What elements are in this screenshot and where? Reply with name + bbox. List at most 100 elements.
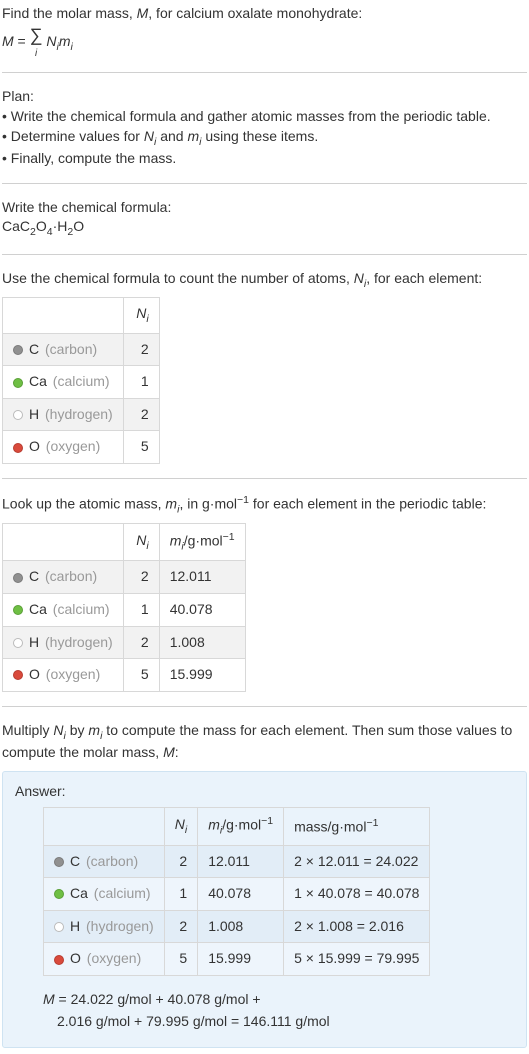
sigma-symbol: ∑ xyxy=(30,25,43,45)
count-heading-pre: Use the chemical formula to count the nu… xyxy=(2,270,354,286)
intro-post: , for calcium oxalate monohydrate: xyxy=(148,5,362,21)
element-symbol: C xyxy=(29,568,39,584)
res-line2: 2.016 g/mol + 79.995 g/mol = 146.111 g/m… xyxy=(57,1013,330,1029)
plan-bullet-1: • Write the chemical formula and gather … xyxy=(2,107,527,127)
ni-cell: 2 xyxy=(164,845,197,878)
mult-post2: : xyxy=(175,744,179,760)
ni-cell: 2 xyxy=(123,398,159,431)
element-name: (hydrogen) xyxy=(45,406,113,422)
table-row: C (carbon)2 xyxy=(3,333,160,366)
table-row: O (oxygen)5 xyxy=(3,431,160,464)
mass-col-mi: mi/g·mol−1 xyxy=(159,524,245,561)
element-swatch-icon xyxy=(13,605,23,615)
chem-p3: O xyxy=(73,218,84,234)
mass-heading-mid: , in g·mol xyxy=(179,496,237,512)
count-heading: Use the chemical formula to count the nu… xyxy=(2,269,527,291)
mass-heading-m: m xyxy=(165,496,177,512)
mi-cell: 12.011 xyxy=(198,845,284,878)
mass-heading-post: for each element in the periodic table: xyxy=(249,496,486,512)
intro-M: M xyxy=(137,5,149,21)
element-name: (carbon) xyxy=(45,341,97,357)
mi-cell: 40.078 xyxy=(159,593,245,626)
res-M: M xyxy=(43,991,55,1007)
eq-Ni: N xyxy=(46,33,56,49)
plan-bullet-3: • Finally, compute the mass. xyxy=(2,149,527,169)
divider xyxy=(2,254,527,255)
answer-table: Ni mi/g·mol−1 mass/g·mol−1 C (carbon)212… xyxy=(43,807,430,976)
result-equation: M = 24.022 g/mol + 40.078 g/mol + 2.016 … xyxy=(43,988,514,1033)
element-name: (hydrogen) xyxy=(45,634,113,650)
element-name: (calcium) xyxy=(53,373,110,389)
element-symbol: H xyxy=(70,918,80,934)
mult-mid: by xyxy=(66,722,89,738)
element-cell: Ca (calcium) xyxy=(3,366,124,399)
mi-cell: 1.008 xyxy=(159,626,245,659)
divider xyxy=(2,183,527,184)
ans-col-mass: mass/g·mol−1 xyxy=(284,808,430,845)
table-row: H (hydrogen)21.008 xyxy=(3,626,246,659)
plan-section: Plan: • Write the chemical formula and g… xyxy=(2,87,527,168)
element-swatch-icon xyxy=(13,573,23,583)
plan-heading: Plan: xyxy=(2,87,527,107)
element-name: (oxygen) xyxy=(46,666,100,682)
element-swatch-icon xyxy=(13,378,23,388)
element-swatch-icon xyxy=(54,857,64,867)
atom-count-section: Use the chemical formula to count the nu… xyxy=(2,269,527,464)
chem-formula: CaC2O4·H2O xyxy=(2,217,527,239)
mass-cell: 1 × 40.078 = 40.078 xyxy=(284,878,430,911)
divider xyxy=(2,706,527,707)
mass-heading-pre: Look up the atomic mass, xyxy=(2,496,165,512)
table-row: H (hydrogen)2 xyxy=(3,398,160,431)
table-row: Ca (calcium)140.0781 × 40.078 = 40.078 xyxy=(44,878,430,911)
element-cell: O (oxygen) xyxy=(44,943,165,976)
molar-mass-equation: M = ∑ i Nimi xyxy=(2,26,527,59)
mass-cell: 2 × 1.008 = 2.016 xyxy=(284,910,430,943)
element-name: (hydrogen) xyxy=(86,918,154,934)
chemical-formula-section: Write the chemical formula: CaC2O4·H2O xyxy=(2,198,527,240)
ni-cell: 1 xyxy=(123,593,159,626)
ans-col-mi: mi/g·mol−1 xyxy=(198,808,284,845)
element-swatch-icon xyxy=(54,955,64,965)
table-row: Ca (calcium)140.078 xyxy=(3,593,246,626)
eq-lhs: M xyxy=(2,33,14,49)
divider xyxy=(2,478,527,479)
element-cell: H (hydrogen) xyxy=(3,398,124,431)
chem-p2: O xyxy=(36,218,47,234)
table-row: O (oxygen)515.9995 × 15.999 = 79.995 xyxy=(44,943,430,976)
plan-b2-mid: and xyxy=(156,128,187,144)
element-cell: O (oxygen) xyxy=(3,659,124,692)
answer-box: Answer: Ni mi/g·mol−1 mass/g·mol−1 C (ca… xyxy=(2,771,527,1048)
mass-col-element xyxy=(3,524,124,561)
element-swatch-icon xyxy=(54,922,64,932)
element-symbol: O xyxy=(29,666,40,682)
ni-cell: 2 xyxy=(123,626,159,659)
count-heading-post: , for each element: xyxy=(366,270,482,286)
eq-mi-sub: i xyxy=(71,41,73,53)
chem-heading: Write the chemical formula: xyxy=(2,198,527,218)
element-symbol: Ca xyxy=(29,601,47,617)
element-cell: C (carbon) xyxy=(44,845,165,878)
element-cell: C (carbon) xyxy=(3,561,124,594)
ni-cell: 5 xyxy=(164,943,197,976)
element-swatch-icon xyxy=(13,443,23,453)
element-swatch-icon xyxy=(13,638,23,648)
plan-b2-post: using these items. xyxy=(201,128,318,144)
element-symbol: Ca xyxy=(70,885,88,901)
atomic-mass-section: Look up the atomic mass, mi, in g·mol−1 … xyxy=(2,493,527,692)
element-swatch-icon xyxy=(54,889,64,899)
plan-b2-pre: • Determine values for xyxy=(2,128,144,144)
mult-M: M xyxy=(163,744,175,760)
ni-cell: 1 xyxy=(164,878,197,911)
ni-cell: 2 xyxy=(123,561,159,594)
element-swatch-icon xyxy=(13,345,23,355)
mi-cell: 40.078 xyxy=(198,878,284,911)
mi-cell: 12.011 xyxy=(159,561,245,594)
answer-label: Answer: xyxy=(15,782,514,802)
mi-cell: 15.999 xyxy=(198,943,284,976)
element-name: (carbon) xyxy=(45,568,97,584)
table-row: Ca (calcium)1 xyxy=(3,366,160,399)
ni-cell: 2 xyxy=(164,910,197,943)
intro-text: Find the molar mass, M, for calcium oxal… xyxy=(2,4,527,24)
table-row: H (hydrogen)21.0082 × 1.008 = 2.016 xyxy=(44,910,430,943)
mult-mi: m xyxy=(88,722,100,738)
